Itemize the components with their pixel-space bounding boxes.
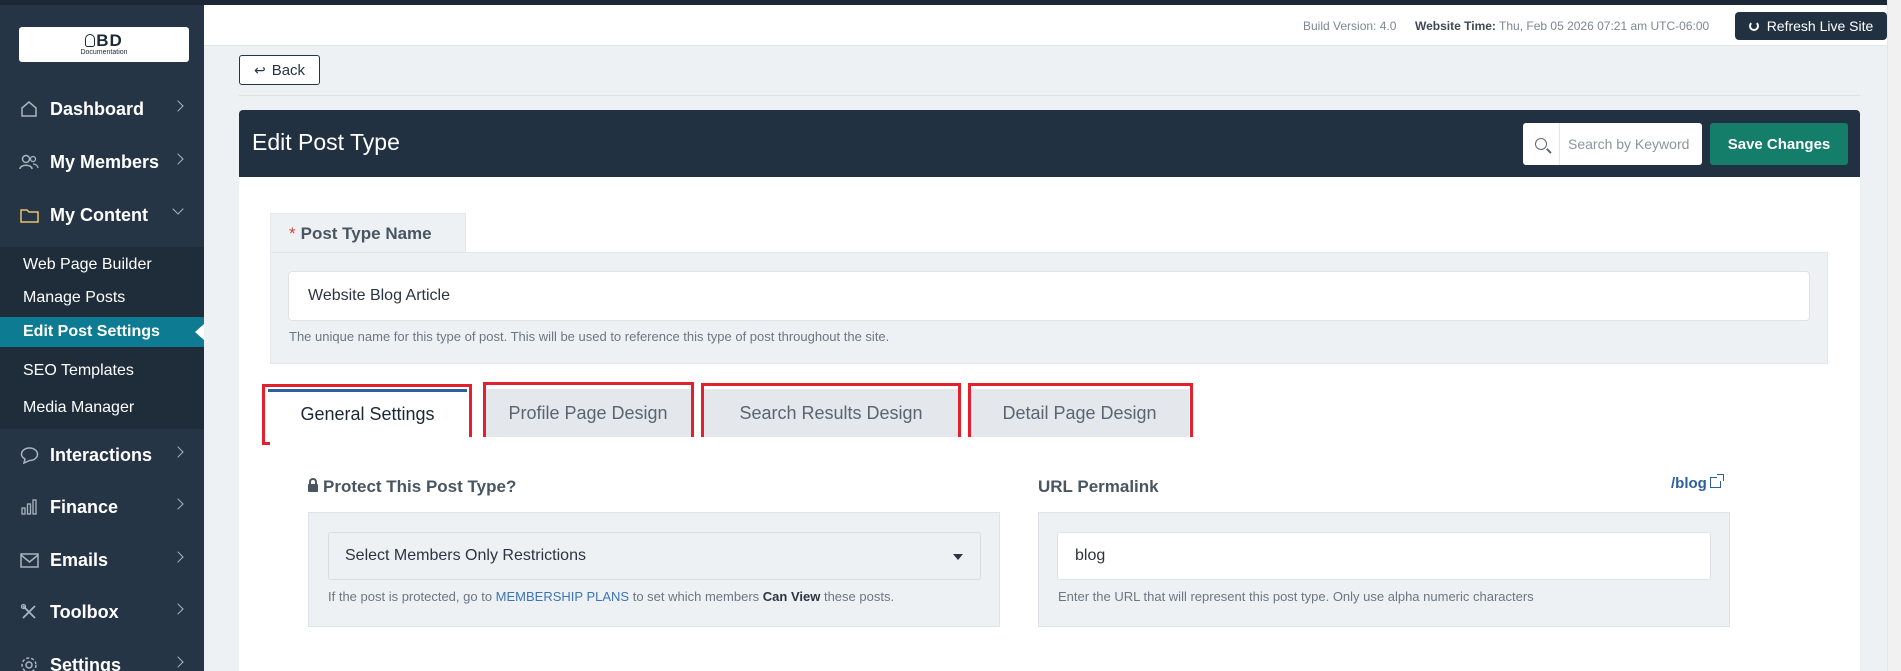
sidebar-item-label: Emails	[50, 549, 109, 570]
chevron-right-icon	[172, 446, 184, 458]
chevron-right-icon	[172, 551, 184, 563]
chat-icon	[19, 445, 39, 465]
divider	[239, 95, 1860, 96]
logo[interactable]: BD Documentation	[19, 27, 189, 62]
chevron-right-icon	[172, 603, 184, 615]
protect-post-type-label: Protect This Post Type?	[308, 477, 516, 497]
chevron-right-icon	[172, 153, 184, 165]
url-permalink-input[interactable]: blog	[1057, 532, 1711, 580]
build-version: Build Version: 4.0	[1303, 19, 1397, 33]
caret-down-icon	[953, 554, 963, 560]
sidebar: BD Documentation Dashboard My Members My…	[0, 0, 204, 671]
sidebar-item-toolbox[interactable]: Toolbox	[0, 592, 204, 632]
post-type-name-input[interactable]: Website Blog Article	[288, 271, 1810, 321]
folder-icon	[19, 205, 39, 225]
lightbulb-icon	[85, 33, 96, 47]
sidebar-item-label: My Members	[50, 151, 160, 172]
sidebar-subitem-seo-templates[interactable]: SEO Templates	[0, 356, 204, 386]
sidebar-item-label: My Content	[50, 204, 148, 225]
logo-text: BD	[96, 30, 123, 50]
edit-post-type-header: Edit Post Type Save Changes	[239, 110, 1860, 177]
lock-icon	[308, 478, 318, 492]
bar-chart-icon	[19, 497, 39, 517]
sidebar-item-finance[interactable]: Finance	[0, 487, 204, 527]
sidebar-item-label: Dashboard	[50, 98, 145, 119]
protect-help: If the post is protected, go to MEMBERSH…	[328, 589, 895, 604]
tools-icon	[19, 602, 39, 622]
url-permalink-label: URL Permalink	[1038, 477, 1159, 496]
search-icon	[1523, 123, 1560, 165]
sidebar-item-emails[interactable]: Emails	[0, 540, 204, 580]
tab-profile-page-design[interactable]: Profile Page Design	[485, 389, 691, 437]
chevron-right-icon	[172, 100, 184, 112]
permalink-help: Enter the URL that will represent this p…	[1058, 589, 1534, 604]
sidebar-subitem-media-manager[interactable]: Media Manager	[0, 393, 204, 423]
sidebar-item-my-members[interactable]: My Members	[0, 142, 204, 182]
sidebar-item-my-content[interactable]: My Content	[0, 195, 204, 235]
refresh-icon	[1748, 21, 1759, 31]
home-icon	[19, 99, 39, 119]
post-type-name-help: The unique name for this type of post. T…	[289, 329, 890, 344]
refresh-live-site-button[interactable]: Refresh Live Site	[1735, 12, 1887, 40]
blog-permalink-link[interactable]: /blog	[1671, 474, 1724, 492]
membership-plans-link[interactable]: MEMBERSHIP PLANS	[496, 589, 629, 604]
tab-search-results-design[interactable]: Search Results Design	[703, 389, 959, 437]
content-submenu: Web Page Builder Manage Posts Edit Post …	[0, 247, 204, 429]
page-title: Edit Post Type	[252, 129, 400, 155]
required-marker: *	[289, 223, 296, 243]
external-link-icon	[1709, 474, 1724, 488]
page-scrollbar[interactable]	[1887, 0, 1901, 671]
sidebar-item-label: Finance	[50, 496, 119, 517]
save-changes-button[interactable]: Save Changes	[1710, 123, 1848, 165]
sidebar-subitem-manage-posts[interactable]: Manage Posts	[0, 283, 204, 313]
envelope-icon	[19, 550, 39, 570]
chevron-right-icon	[172, 498, 184, 510]
reply-arrow-icon: ↩	[253, 61, 266, 78]
website-time: Website Time: Thu, Feb 05 2026 07:21 am …	[1415, 19, 1710, 33]
sidebar-subitem-web-page-builder[interactable]: Web Page Builder	[0, 250, 204, 280]
sidebar-item-label: Toolbox	[50, 601, 119, 622]
search-input[interactable]	[1560, 125, 1698, 163]
users-icon	[19, 152, 39, 172]
sidebar-subitem-edit-post-settings[interactable]: Edit Post Settings	[0, 317, 204, 347]
sidebar-item-interactions[interactable]: Interactions	[0, 435, 204, 475]
tab-detail-page-design[interactable]: Detail Page Design	[970, 389, 1189, 437]
top-bar: Build Version: 4.0 Website Time: Thu, Fe…	[204, 0, 1901, 46]
members-only-select[interactable]: Select Members Only Restrictions	[328, 532, 981, 580]
sidebar-item-dashboard[interactable]: Dashboard	[0, 89, 204, 129]
sidebar-item-label: Interactions	[50, 444, 153, 465]
sidebar-item-label: Settings	[50, 654, 122, 671]
sidebar-item-settings[interactable]: Settings	[0, 645, 204, 671]
back-button[interactable]: ↩ Back	[239, 55, 320, 85]
chevron-down-icon	[172, 203, 184, 215]
keyword-search	[1523, 123, 1702, 165]
tab-general-settings[interactable]: General Settings	[268, 389, 467, 437]
gear-icon	[19, 655, 39, 671]
post-type-name-label: * Post Type Name	[270, 213, 466, 253]
logo-subtext: Documentation	[80, 48, 128, 56]
chevron-right-icon	[172, 656, 184, 668]
